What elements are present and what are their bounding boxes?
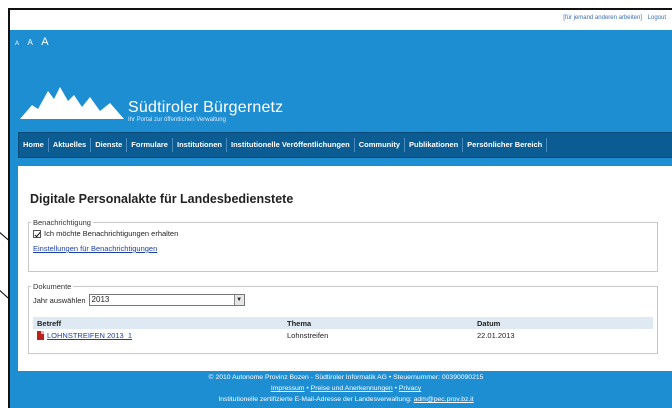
content-panel: Digitale Personalakte für Landesbedienst… xyxy=(18,166,672,371)
document-date: 22.01.2013 xyxy=(477,331,515,340)
site-brand[interactable]: Südtiroler Bürgernetz Ihr Portal zur öff… xyxy=(128,99,283,123)
footer-email-link[interactable]: adm@pec.prov.bz.it xyxy=(414,396,474,403)
pdf-icon[interactable] xyxy=(37,331,44,341)
footer-preise-link[interactable]: Preise und Anerkennungen xyxy=(311,385,393,392)
document-topic: Lohnstreifen xyxy=(287,331,329,340)
col-header-betreff[interactable]: Betreff xyxy=(33,317,283,329)
font-medium-button[interactable]: A xyxy=(27,38,32,47)
nav-home[interactable]: Home xyxy=(19,138,49,152)
logout-link[interactable]: Logout xyxy=(648,15,666,21)
notify-checkbox-label: Ich möchte Benachrichtigungen erhalten xyxy=(44,229,179,238)
page-title: Digitale Personalakte für Landesbedienst… xyxy=(30,192,294,206)
notification-fieldset: Benachrichtigung Ich möchte Benachrichti… xyxy=(28,218,658,272)
nav-dienste[interactable]: Dienste xyxy=(91,138,128,152)
document-link[interactable]: LOHNSTREIFEN 2013_1 xyxy=(47,331,132,340)
font-size-switcher: A A A xyxy=(15,32,53,50)
nav-community[interactable]: Community xyxy=(355,138,405,152)
year-select-value: 2013 xyxy=(91,295,110,304)
footer-separator: • xyxy=(394,385,397,392)
brand-subtitle: Ihr Portal zur öffentlichen Verwaltung xyxy=(128,117,226,123)
nav-formulare[interactable]: Formulare xyxy=(127,138,173,152)
font-small-button[interactable]: A xyxy=(15,41,19,47)
documents-fieldset: Dokumente Jahr auswählen 2013 ▼ Betreff … xyxy=(28,282,658,354)
year-select[interactable]: 2013 ▼ xyxy=(88,294,245,306)
chevron-down-icon[interactable]: ▼ xyxy=(233,295,244,305)
brand-title: Südtiroler Bürgernetz xyxy=(128,99,284,116)
table-header-row: Betreff Thema Datum xyxy=(33,317,653,329)
nav-publikationen[interactable]: Publikationen xyxy=(405,138,464,152)
nav-institutionen[interactable]: Institutionen xyxy=(173,138,227,152)
page-footer: © 2010 Autonome Provinz Bozen - Südtirol… xyxy=(18,372,672,405)
nav-persoenlicher-bereich[interactable]: Persönlicher Bereich xyxy=(463,138,548,152)
footer-copyright: © 2010 Autonome Provinz Bozen - Südtirol… xyxy=(208,374,484,381)
documents-legend: Dokumente xyxy=(33,282,72,291)
col-header-thema[interactable]: Thema xyxy=(283,317,473,329)
browser-page: [für jemand anderen arbeiten] Logout A A… xyxy=(8,8,672,408)
documents-table: Betreff Thema Datum LOHNSTREIFEN 2013_1 … xyxy=(33,317,653,342)
nav-veroeffentlichungen[interactable]: Institutionelle Veröffentlichungen xyxy=(227,138,355,152)
table-row: LOHNSTREIFEN 2013_1 Lohnstreifen 22.01.2… xyxy=(33,329,653,342)
footer-impressum-link[interactable]: Impressum xyxy=(271,385,305,392)
nav-aktuelles[interactable]: Aktuelles xyxy=(49,138,92,152)
year-select-label: Jahr auswählen xyxy=(33,295,86,305)
top-utility-bar: [für jemand anderen arbeiten] Logout xyxy=(10,10,672,30)
work-for-others-link[interactable]: [für jemand anderen arbeiten] xyxy=(563,15,642,21)
footer-pec-label: Institutionelle zertifizierte E-Mail-Adr… xyxy=(218,396,414,403)
notify-checkbox[interactable] xyxy=(33,229,41,238)
mountain-logo-icon xyxy=(20,87,124,119)
main-navigation: Home Aktuelles Dienste Formulare Institu… xyxy=(18,132,672,158)
footer-privacy-link[interactable]: Privacy xyxy=(399,385,421,392)
notification-legend: Benachrichtigung xyxy=(33,218,91,227)
col-header-datum[interactable]: Datum xyxy=(473,317,653,329)
notification-settings-link[interactable]: Einstellungen für Benachrichtigungen xyxy=(33,244,157,253)
footer-separator: • xyxy=(306,385,309,392)
font-large-button[interactable]: A xyxy=(41,36,48,48)
